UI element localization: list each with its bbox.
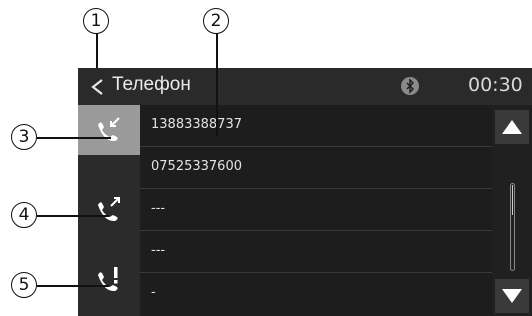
scroll-track[interactable] [510,183,515,271]
callout-2-line [216,34,218,136]
call-number: --- [151,201,166,216]
callout-1: 1 [83,8,109,34]
page-title: Телефон [112,74,191,95]
scrollbar[interactable] [492,105,532,316]
scroll-up-button[interactable] [495,110,529,144]
call-row[interactable]: - [140,273,492,315]
callout-4-line [37,215,109,217]
callout-3: 3 [11,124,37,150]
call-row[interactable]: 13883388737 [140,105,492,147]
chevron-left-icon[interactable] [88,77,108,97]
status-bar: Телефон 00:30 [78,68,532,105]
callout-3-line [37,137,111,139]
tab-received-calls[interactable] [78,105,140,155]
tab-dialed-calls[interactable] [78,185,140,235]
phone-screen: Телефон 00:30 13883388737 07525337600 --… [78,68,532,316]
scroll-down-button[interactable] [495,279,529,313]
incoming-call-icon [98,117,120,142]
tab-missed-calls[interactable] [78,255,140,305]
call-row[interactable]: --- [140,231,492,273]
triangle-up-icon [502,120,522,134]
callout-5: 5 [11,272,37,298]
call-number: 13883388737 [151,117,242,132]
clock: 00:30 [468,74,523,96]
call-number: --- [151,243,166,258]
missed-call-icon [98,267,118,292]
outgoing-call-icon [98,197,120,222]
triangle-down-icon [502,289,522,303]
call-row[interactable]: 07525337600 [140,147,492,189]
callout-4: 4 [11,202,37,228]
call-number: - [151,285,156,300]
scroll-thumb[interactable] [512,185,513,215]
bluetooth-icon [401,77,419,95]
call-row[interactable]: --- [140,189,492,231]
call-number: 07525337600 [151,159,242,174]
callout-2: 2 [203,8,229,34]
callout-5-line [37,285,109,287]
call-list: 13883388737 07525337600 --- --- - [140,105,492,316]
